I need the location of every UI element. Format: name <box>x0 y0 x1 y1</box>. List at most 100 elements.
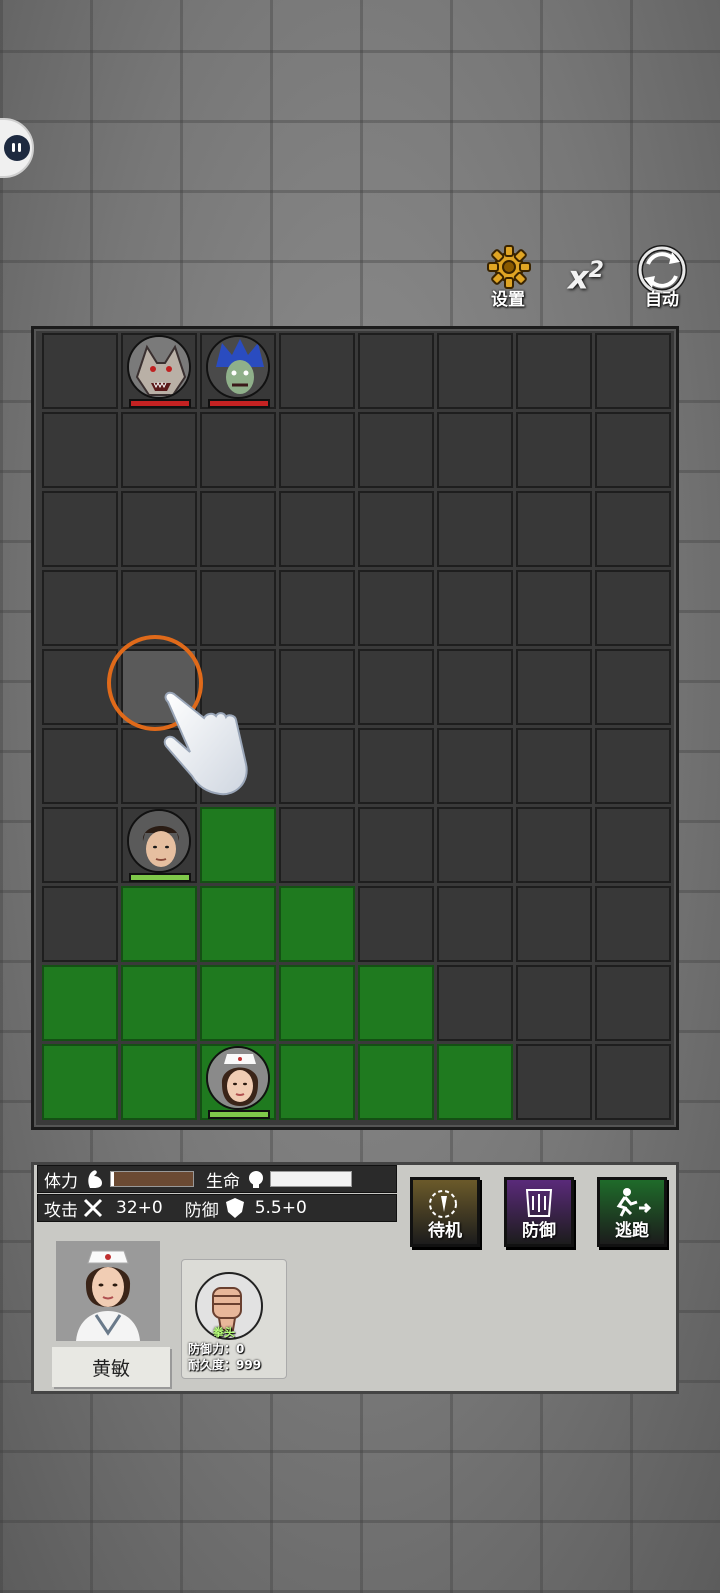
settings-button[interactable]: 设置 <box>478 244 538 310</box>
grid-cell[interactable] <box>437 412 513 488</box>
grid-cell[interactable] <box>358 333 434 409</box>
grid-cell[interactable] <box>516 649 592 725</box>
defense-value: 5.5+0 <box>254 1198 307 1218</box>
standby-button[interactable]: 待机 <box>410 1177 480 1247</box>
battle-grid <box>31 326 679 1130</box>
grid-cell[interactable] <box>595 886 671 962</box>
grid-cell[interactable] <box>437 649 513 725</box>
stamina-life-row: 体力 生命 <box>37 1165 397 1193</box>
grid-cell[interactable] <box>516 886 592 962</box>
grid-cell[interactable] <box>595 1044 671 1120</box>
grid-cell[interactable] <box>279 649 355 725</box>
grid-cell[interactable] <box>42 886 118 962</box>
grid-cell[interactable] <box>42 412 118 488</box>
grid-cell-movable[interactable] <box>42 1044 118 1120</box>
grid-cell[interactable] <box>279 728 355 804</box>
nurse-player[interactable] <box>202 1044 274 1120</box>
defense-label: 防御 <box>184 1200 219 1221</box>
grid-cell[interactable] <box>200 570 276 646</box>
weapon-name: 拳头 <box>213 1326 235 1339</box>
grid-cell[interactable] <box>595 649 671 725</box>
grid-cell-movable[interactable] <box>121 1044 197 1120</box>
defend-button[interactable]: 防御 <box>504 1177 574 1247</box>
grid-cell[interactable] <box>358 491 434 567</box>
muscle-icon <box>88 1170 102 1188</box>
chat-button[interactable] <box>0 118 34 178</box>
grid-cell[interactable] <box>437 333 513 409</box>
grid-cell[interactable] <box>200 412 276 488</box>
grid-cell[interactable] <box>595 570 671 646</box>
grid-cell[interactable] <box>279 491 355 567</box>
grid-cell[interactable] <box>437 491 513 567</box>
grid-cell[interactable] <box>437 886 513 962</box>
settings-label: 设置 <box>491 290 525 310</box>
flee-button[interactable]: 逃跑 <box>597 1177 667 1247</box>
grid-cell[interactable] <box>279 807 355 883</box>
grid-cell[interactable] <box>437 570 513 646</box>
grid-cell[interactable] <box>358 649 434 725</box>
grid-cell-movable[interactable] <box>358 1044 434 1120</box>
grid-cell-movable[interactable] <box>200 886 276 962</box>
grid-cell[interactable] <box>595 807 671 883</box>
grid-cell-movable[interactable] <box>200 965 276 1041</box>
grid-cell[interactable] <box>42 333 118 409</box>
young-man-ally-portrait <box>127 809 191 873</box>
grid-cell[interactable] <box>516 965 592 1041</box>
grid-cell-movable[interactable] <box>121 886 197 962</box>
weapon-card[interactable]: 拳头 防御力：0 耐久度：999 <box>181 1259 287 1379</box>
chat-icon <box>4 135 30 161</box>
hp-bar <box>208 1110 270 1119</box>
character-panel: 体力 生命 攻击 32+0 防御 5.5+0 待机 防御 逃跑 黄敏 拳头 防御… <box>31 1162 679 1394</box>
grid-cell[interactable] <box>516 728 592 804</box>
grid-cell[interactable] <box>42 491 118 567</box>
young-man-ally[interactable] <box>123 807 195 883</box>
grid-cell[interactable] <box>516 412 592 488</box>
auto-button[interactable]: 自动 <box>632 244 692 310</box>
speed-indicator: x2 <box>568 258 604 297</box>
grid-cell[interactable] <box>595 412 671 488</box>
grid-cell-movable[interactable] <box>279 886 355 962</box>
grid-cell[interactable] <box>121 412 197 488</box>
grid-cell[interactable] <box>595 333 671 409</box>
grid-cell-movable[interactable] <box>437 1044 513 1120</box>
wolf-enemy[interactable] <box>123 333 195 409</box>
grid-cell-movable[interactable] <box>279 1044 355 1120</box>
grid-cell[interactable] <box>516 1044 592 1120</box>
grid-cell[interactable] <box>279 412 355 488</box>
grid-cell[interactable] <box>358 412 434 488</box>
grid-cell[interactable] <box>516 491 592 567</box>
speed-button[interactable]: x2 <box>556 244 616 310</box>
grid-cell[interactable] <box>516 807 592 883</box>
grid-cell[interactable] <box>358 886 434 962</box>
auto-label: 自动 <box>645 290 679 310</box>
grid-cell[interactable] <box>279 333 355 409</box>
attack-value: 32+0 <box>116 1198 163 1218</box>
grid-cell-movable[interactable] <box>121 965 197 1041</box>
grid-cell[interactable] <box>42 807 118 883</box>
tutorial-hand-pointer-icon <box>163 691 248 796</box>
grid-cell[interactable] <box>42 570 118 646</box>
grid-cell-movable[interactable] <box>200 807 276 883</box>
grid-cell-movable[interactable] <box>358 965 434 1041</box>
grid-cell[interactable] <box>42 728 118 804</box>
grid-cell[interactable] <box>516 570 592 646</box>
blue-hair-enemy[interactable] <box>202 333 274 409</box>
grid-cell-movable[interactable] <box>279 965 355 1041</box>
grid-cell[interactable] <box>358 728 434 804</box>
stamina-label: 体力 <box>44 1171 78 1192</box>
grid-cell[interactable] <box>595 728 671 804</box>
grid-cell-movable[interactable] <box>42 965 118 1041</box>
grid-cell[interactable] <box>121 491 197 567</box>
character-card[interactable]: 黄敏 <box>52 1237 170 1387</box>
grid-cell[interactable] <box>516 333 592 409</box>
grid-cell[interactable] <box>358 570 434 646</box>
character-name: 黄敏 <box>52 1347 170 1387</box>
grid-cell[interactable] <box>358 807 434 883</box>
grid-cell[interactable] <box>437 728 513 804</box>
grid-cell[interactable] <box>279 570 355 646</box>
grid-cell[interactable] <box>437 807 513 883</box>
grid-cell[interactable] <box>595 491 671 567</box>
grid-cell[interactable] <box>200 491 276 567</box>
grid-cell[interactable] <box>595 965 671 1041</box>
grid-cell[interactable] <box>437 965 513 1041</box>
